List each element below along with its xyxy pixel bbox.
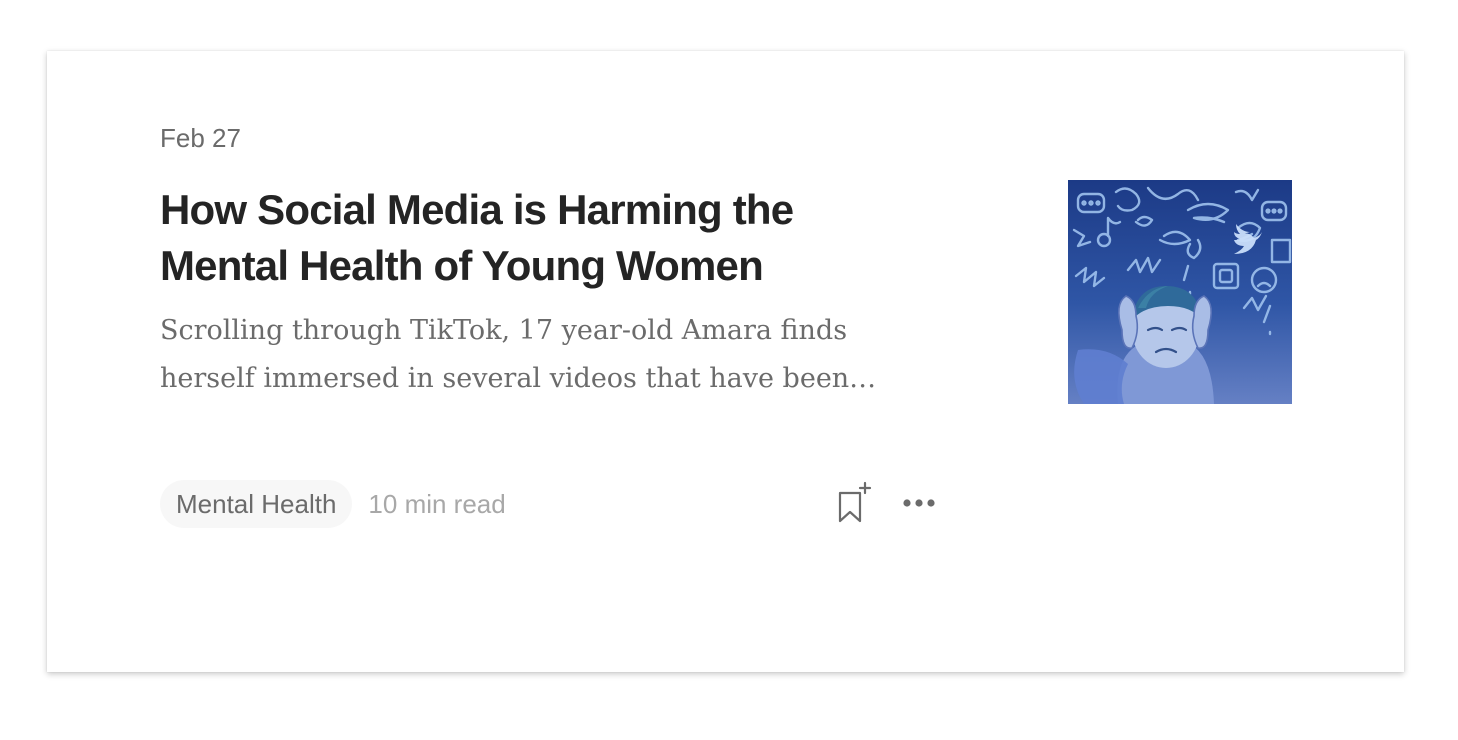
post-title[interactable]: How Social Media is Harming the Mental H… bbox=[160, 182, 920, 294]
post-date: Feb 27 bbox=[160, 123, 241, 153]
bookmark-add-icon[interactable] bbox=[834, 481, 874, 525]
more-options-icon[interactable] bbox=[900, 489, 940, 517]
post-excerpt[interactable]: Scrolling through TikTok, 17 year-old Am… bbox=[160, 307, 920, 403]
read-time: 10 min read bbox=[368, 488, 506, 519]
post-card[interactable]: Feb 27 How Social Media is Harming the M… bbox=[47, 51, 1404, 672]
topic-tag[interactable]: Mental Health bbox=[160, 480, 353, 528]
post-meta-row: Mental Health 10 min read bbox=[160, 480, 506, 528]
post-thumbnail[interactable] bbox=[1068, 180, 1292, 404]
